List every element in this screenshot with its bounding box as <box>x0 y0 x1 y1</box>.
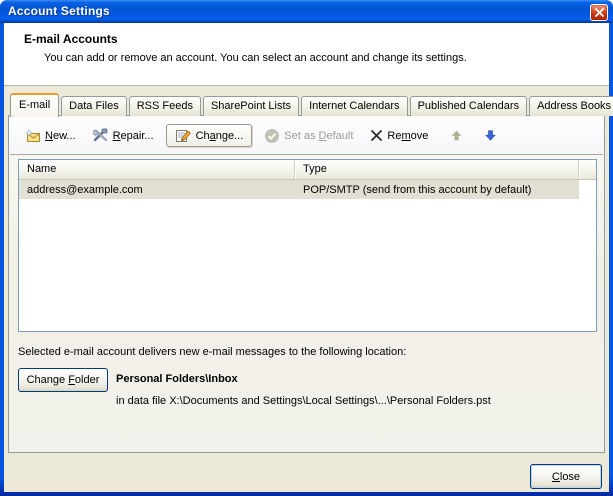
account-name-cell: address@example.com <box>19 184 295 196</box>
column-header-type[interactable]: Type <box>295 160 579 179</box>
change-folder-button[interactable]: Change Folder <box>18 368 108 392</box>
page-description: You can add or remove an account. You ca… <box>44 52 467 64</box>
repair-icon <box>93 128 109 143</box>
dialog-body: E-mail Accounts You can add or remove an… <box>4 23 609 492</box>
account-type-cell: POP/SMTP (send from this account by defa… <box>295 184 579 196</box>
tab-published-calendars[interactable]: Published Calendars <box>410 96 528 116</box>
new-account-button[interactable]: New... <box>20 126 81 146</box>
account-settings-dialog: Account Settings E-mail Accounts You can… <box>0 0 613 496</box>
tab-email[interactable]: E-mail <box>10 93 59 117</box>
delivery-folder: Personal Folders\Inbox <box>116 373 238 385</box>
page-title: E-mail Accounts <box>24 32 118 46</box>
new-mail-icon <box>25 129 41 143</box>
close-button[interactable]: Close <box>530 464 602 489</box>
column-header-name[interactable]: Name <box>19 160 295 179</box>
change-icon <box>175 128 192 143</box>
tab-sharepoint-lists[interactable]: SharePoint Lists <box>203 96 299 116</box>
remove-account-button[interactable]: Remove <box>365 126 433 145</box>
repair-account-button[interactable]: Repair... <box>88 125 159 146</box>
up-arrow-icon <box>450 129 463 142</box>
tab-data-files[interactable]: Data Files <box>61 96 127 116</box>
move-up-button <box>446 126 467 145</box>
close-icon <box>595 8 604 17</box>
accounts-list: Name Type address@example.com POP/SMTP (… <box>18 159 597 332</box>
tab-internet-calendars[interactable]: Internet Calendars <box>301 96 408 116</box>
close-window-button[interactable] <box>590 4 608 21</box>
set-default-icon <box>264 128 280 144</box>
account-row-selected[interactable]: address@example.com POP/SMTP (send from … <box>19 180 579 199</box>
move-down-button[interactable] <box>480 126 501 145</box>
remove-icon <box>370 129 383 142</box>
window-title: Account Settings <box>8 4 110 18</box>
delivery-location-text: Selected e-mail account delivers new e-m… <box>18 346 406 358</box>
column-header-filler <box>579 160 596 179</box>
set-as-default-button: Set as Default <box>259 125 358 147</box>
email-tab-page: New... Repair... <box>8 115 605 453</box>
header-band: E-mail Accounts You can add or remove an… <box>4 23 609 86</box>
list-header: Name Type <box>19 160 596 180</box>
tab-address-books[interactable]: Address Books <box>529 96 613 116</box>
down-arrow-icon <box>484 129 497 142</box>
data-file-path: in data file X:\Documents and Settings\L… <box>116 395 491 407</box>
tab-rss-feeds[interactable]: RSS Feeds <box>129 96 201 116</box>
titlebar[interactable]: Account Settings <box>0 0 613 23</box>
tab-bar: E-mail Data Files RSS Feeds SharePoint L… <box>10 91 613 116</box>
change-account-button[interactable]: Change... <box>166 124 253 147</box>
accounts-toolbar: New... Repair... <box>10 117 603 155</box>
